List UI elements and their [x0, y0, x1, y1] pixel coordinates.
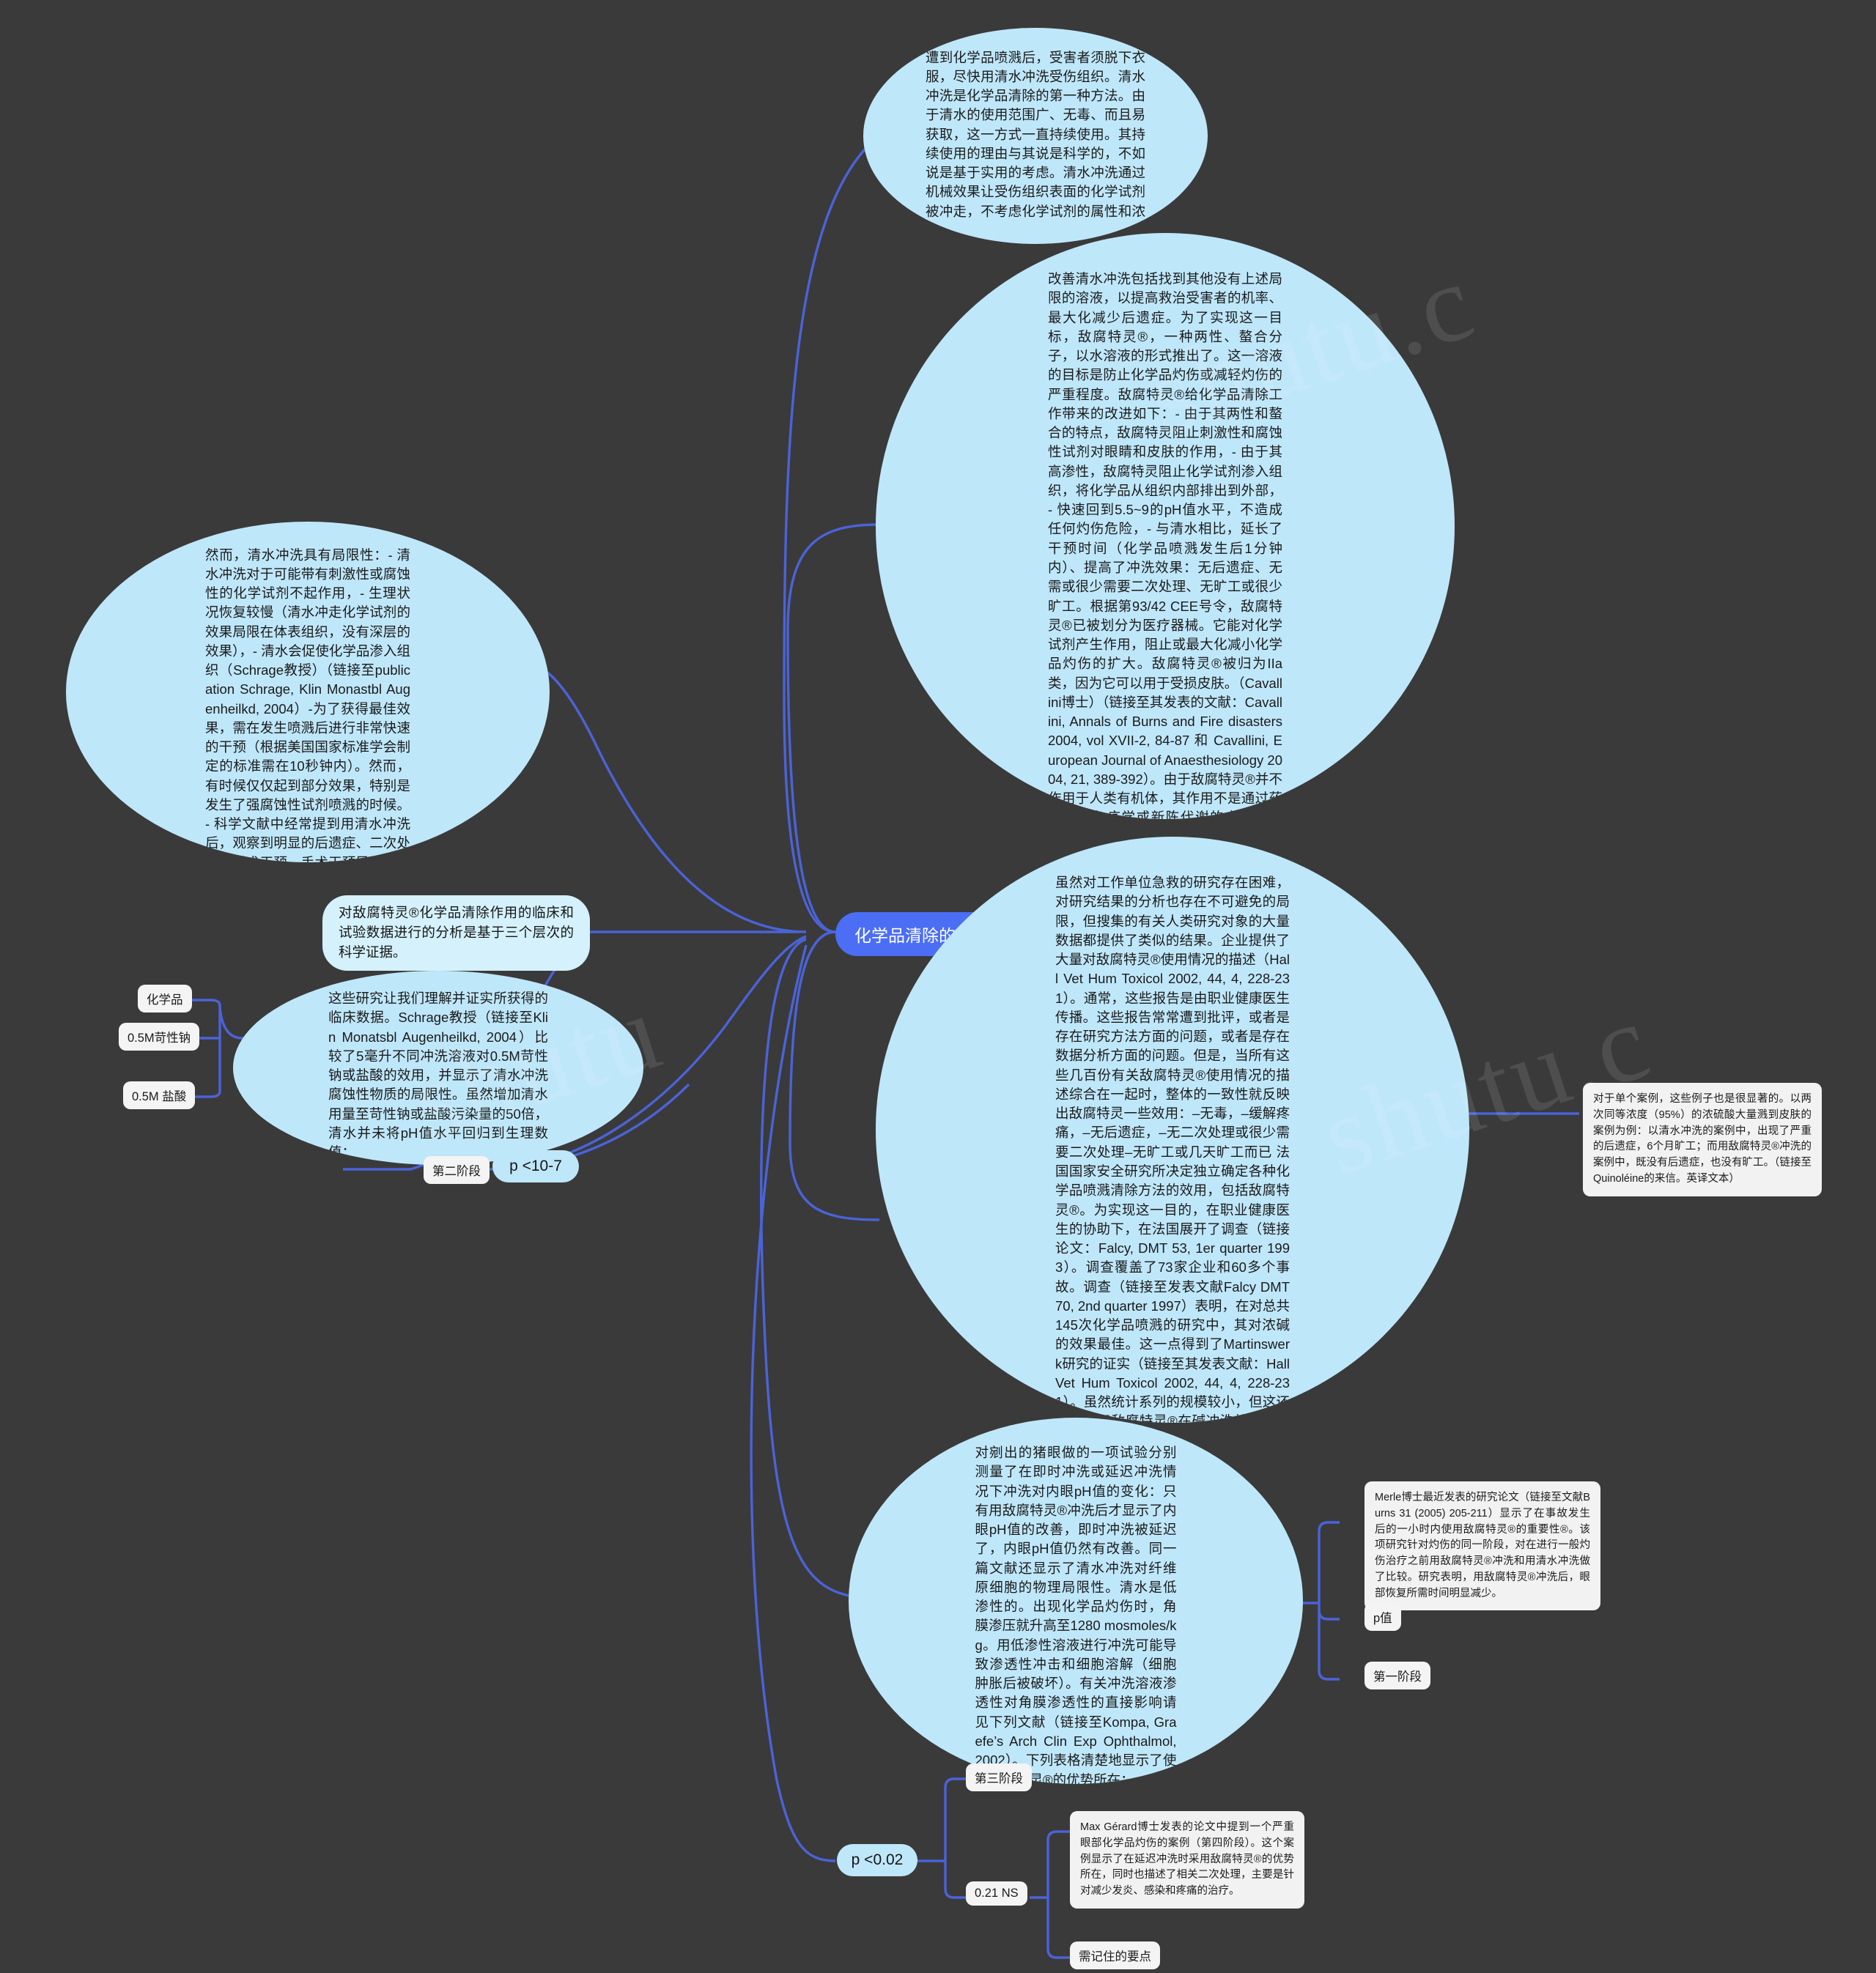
bubble-intro[interactable]: 遭到化学品喷溅后，受害者须脱下衣服，尽快用清水冲洗受伤组织。清水冲洗是化学品清除… — [863, 28, 1208, 244]
chip-naoh[interactable]: 0.5M苛性钠 — [119, 1023, 200, 1051]
stat-p-lt-002-label: p <0.02 — [851, 1851, 904, 1868]
bubble-evidence-levels-text: 对敌腐特灵®化学品清除作用的临床和试验数据进行的分析是基于三个层次的科学证据。 — [339, 905, 574, 960]
bubble-pig-eye-study[interactable]: 对剜出的猪眼做的一项试验分别测量了在即时冲洗或延迟冲洗情况下冲洗对内眼pH值的变… — [849, 1418, 1303, 1784]
chip-key-points[interactable]: 需记住的要点 — [1070, 1941, 1160, 1969]
note-sulfuric-case[interactable]: 对于单个案例，这些例子也是很显著的。以两次同等浓度（95%）的浓硫酸大量溅到皮肤… — [1583, 1083, 1822, 1196]
bubble-pig-eye-study-text: 对剜出的猪眼做的一项试验分别测量了在即时冲洗或延迟冲洗情况下冲洗对内眼pH值的变… — [975, 1445, 1177, 1784]
chip-chemicals[interactable]: 化学品 — [138, 985, 192, 1013]
chip-stage-three[interactable]: 第三阶段 — [966, 1763, 1032, 1791]
chip-ns-021[interactable]: 0.21 NS — [966, 1881, 1027, 1906]
chip-p-value[interactable]: p值 — [1364, 1603, 1401, 1631]
bubble-evidence-levels[interactable]: 对敌腐特灵®化学品清除作用的临床和试验数据进行的分析是基于三个层次的科学证据。 — [322, 895, 590, 971]
chip-stage-three-label: 第三阶段 — [975, 1772, 1023, 1785]
bubble-diphoterine-text: 改善清水冲洗包括找到其他没有上述局限的溶液，以提高救治受害者的机率、最大化减少后… — [1048, 271, 1282, 819]
chip-hcl-label: 0.5M 盐酸 — [132, 1090, 187, 1103]
chip-stage-two-label: 第二阶段 — [432, 1165, 481, 1178]
chip-p-value-label: p值 — [1373, 1612, 1392, 1625]
stat-p-lt-10-7-label: p <10-7 — [509, 1158, 562, 1174]
bubble-diphoterine[interactable]: 改善清水冲洗包括找到其他没有上述局限的溶液，以提高救治受害者的机率、最大化减少后… — [876, 233, 1455, 819]
note-gerard-case-text: Max Gérard博士发表的论文中提到一个严重眼部化学品灼伤的案例（第四阶段）… — [1080, 1821, 1294, 1897]
note-gerard-case[interactable]: Max Gérard博士发表的论文中提到一个严重眼部化学品灼伤的案例（第四阶段）… — [1070, 1811, 1304, 1909]
mindmap-canvas: shutu.c shutu.c shutu 化学品清除的目标与问题 遭到化学品喷… — [0, 0, 1876, 1973]
chip-ns-021-label: 0.21 NS — [975, 1887, 1019, 1900]
note-merle-study[interactable]: Merle博士最近发表的研究论文（链接至文献Burns 31 (2005) 20… — [1364, 1481, 1600, 1611]
chip-stage-one-label: 第一阶段 — [1373, 1670, 1422, 1684]
chip-hcl[interactable]: 0.5M 盐酸 — [123, 1081, 196, 1109]
chip-key-points-label: 需记住的要点 — [1079, 1950, 1151, 1963]
bubble-field-studies-text: 虽然对工作单位急救的研究存在困难，对研究结果的分析也存在不可避免的局限，但搜集的… — [1055, 875, 1290, 1423]
note-sulfuric-case-text: 对于单个案例，这些例子也是很显著的。以两次同等浓度（95%）的浓硫酸大量溅到皮肤… — [1593, 1093, 1812, 1185]
bubble-water-limits[interactable]: 然而，清水冲洗具有局限性：- 清水冲洗对于可能带有刺激性或腐蚀性的化学试剂不起作… — [66, 522, 550, 862]
chip-stage-two[interactable]: 第二阶段 — [424, 1156, 490, 1184]
bubble-schrage-study-text: 这些研究让我们理解并证实所获得的临床数据。Schrage教授（链接至Klin M… — [328, 991, 548, 1161]
chip-naoh-label: 0.5M苛性钠 — [128, 1032, 191, 1045]
chip-stage-one[interactable]: 第一阶段 — [1364, 1662, 1430, 1689]
stat-p-lt-002[interactable]: p <0.02 — [837, 1844, 917, 1876]
bubble-field-studies[interactable]: 虽然对工作单位急救的研究存在困难，对研究结果的分析也存在不可避免的局限，但搜集的… — [876, 837, 1469, 1423]
stat-p-lt-10-7[interactable]: p <10-7 — [492, 1150, 579, 1182]
bubble-intro-text: 遭到化学品喷溅后，受害者须脱下衣服，尽快用清水冲洗受伤组织。清水冲洗是化学品清除… — [926, 49, 1145, 238]
chip-chemicals-label: 化学品 — [147, 993, 183, 1007]
bubble-schrage-study[interactable]: 这些研究让我们理解并证实所获得的临床数据。Schrage教授（链接至Klin M… — [233, 971, 643, 1165]
bubble-water-limits-text: 然而，清水冲洗具有局限性：- 清水冲洗对于可能带有刺激性或腐蚀性的化学试剂不起作… — [205, 547, 410, 863]
note-merle-study-text: Merle博士最近发表的研究论文（链接至文献Burns 31 (2005) 20… — [1375, 1492, 1590, 1599]
